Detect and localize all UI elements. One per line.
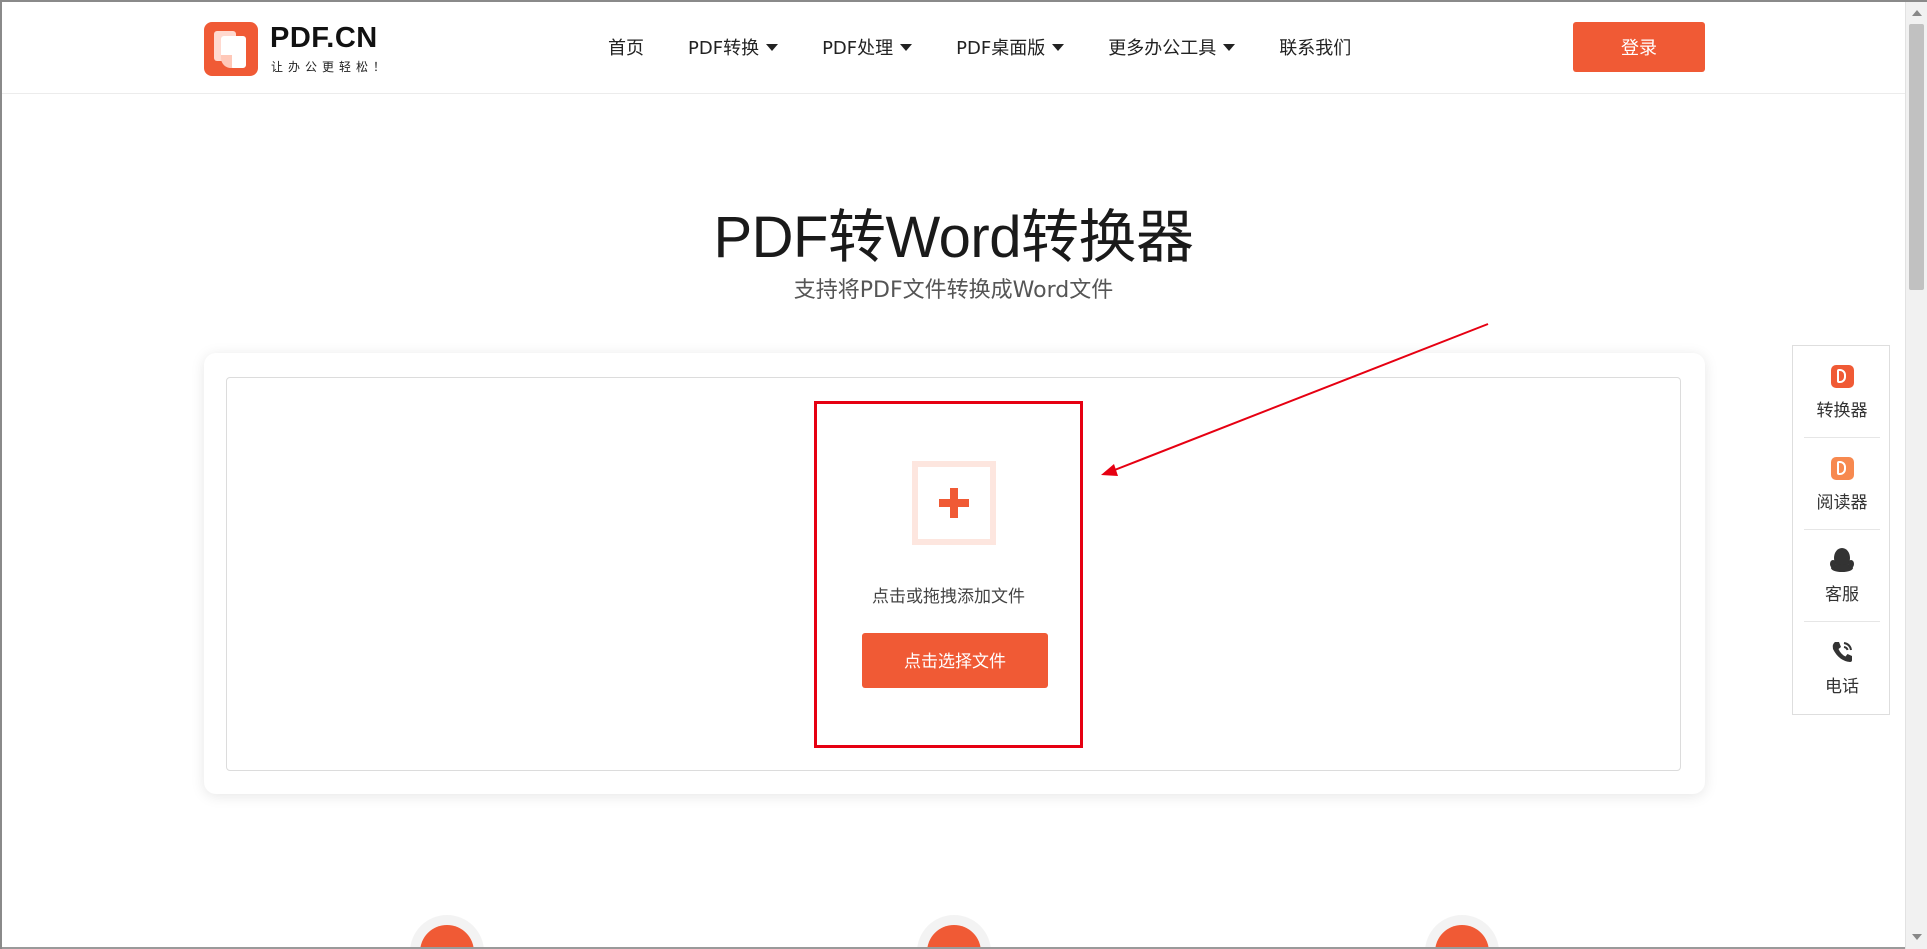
nav-item-more-tools[interactable]: 更多办公工具 [1108, 34, 1236, 60]
side-item-label: 转换器 [1816, 401, 1868, 421]
side-item-label: 电话 [1825, 677, 1859, 697]
nav-item-label: 更多办公工具 [1108, 38, 1217, 59]
feature-icon [410, 915, 484, 949]
caret-down-icon [1052, 43, 1065, 51]
qq-icon [1830, 548, 1854, 572]
reader-app-icon [1831, 457, 1854, 480]
side-item-phone[interactable]: 电话 [1804, 622, 1880, 714]
scroll-up-icon[interactable] [1912, 10, 1922, 16]
site-logo[interactable]: PDF.CN 让办公更轻松！ [204, 22, 394, 76]
caret-down-icon [1223, 43, 1236, 51]
nav-item-label: PDF处理 [822, 38, 894, 59]
nav-item-label: 首页 [608, 38, 644, 59]
side-item-label: 客服 [1825, 585, 1859, 605]
page-subtitle: 支持将PDF文件转换成Word文件 [793, 278, 1114, 303]
nav-item-label: PDF桌面版 [956, 38, 1046, 59]
nav-item-pdf-desktop[interactable]: PDF桌面版 [956, 34, 1065, 60]
vertical-scrollbar[interactable] [1905, 2, 1927, 949]
phone-icon [1832, 642, 1852, 662]
feature-icon [917, 915, 991, 949]
side-item-reader[interactable]: 阅读器 [1804, 438, 1880, 530]
pdf-logo-icon [204, 22, 258, 76]
caret-down-icon [766, 43, 779, 51]
side-toolbar: 转换器 阅读器 客服 电话 [1792, 345, 1890, 715]
nav-item-home[interactable]: 首页 [608, 34, 644, 60]
feature-icon [1425, 915, 1499, 949]
scroll-down-icon[interactable] [1912, 934, 1922, 940]
nav-item-label: PDF转换 [688, 38, 760, 59]
login-button[interactable]: 登录 [1573, 22, 1705, 72]
site-header: PDF.CN 让办公更轻松！ 首页 PDF转换 PDF处理 PDF桌面版 更多办… [2, 2, 1905, 94]
logo-title: PDF.CN [270, 22, 378, 54]
page-title: PDF转Word转换器 [713, 205, 1194, 270]
converter-app-icon [1831, 365, 1854, 388]
main-nav: 首页 PDF转换 PDF处理 PDF桌面版 更多办公工具 联系我们 [608, 32, 1351, 62]
side-item-converter[interactable]: 转换器 [1804, 346, 1880, 438]
side-item-label: 阅读器 [1816, 493, 1868, 513]
nav-item-label: 联系我们 [1279, 38, 1352, 59]
logo-tagline: 让办公更轻松！ [271, 60, 391, 74]
side-item-service[interactable]: 客服 [1804, 530, 1880, 622]
caret-down-icon [900, 43, 913, 51]
nav-item-contact[interactable]: 联系我们 [1279, 34, 1351, 60]
scrollbar-thumb[interactable] [1909, 24, 1924, 290]
nav-item-pdf-convert[interactable]: PDF转换 [688, 34, 779, 60]
browser-viewport: PDF.CN 让办公更轻松！ 首页 PDF转换 PDF处理 PDF桌面版 更多办… [0, 0, 1927, 949]
annotation-highlight-box [814, 401, 1083, 748]
nav-item-pdf-process[interactable]: PDF处理 [822, 34, 913, 60]
